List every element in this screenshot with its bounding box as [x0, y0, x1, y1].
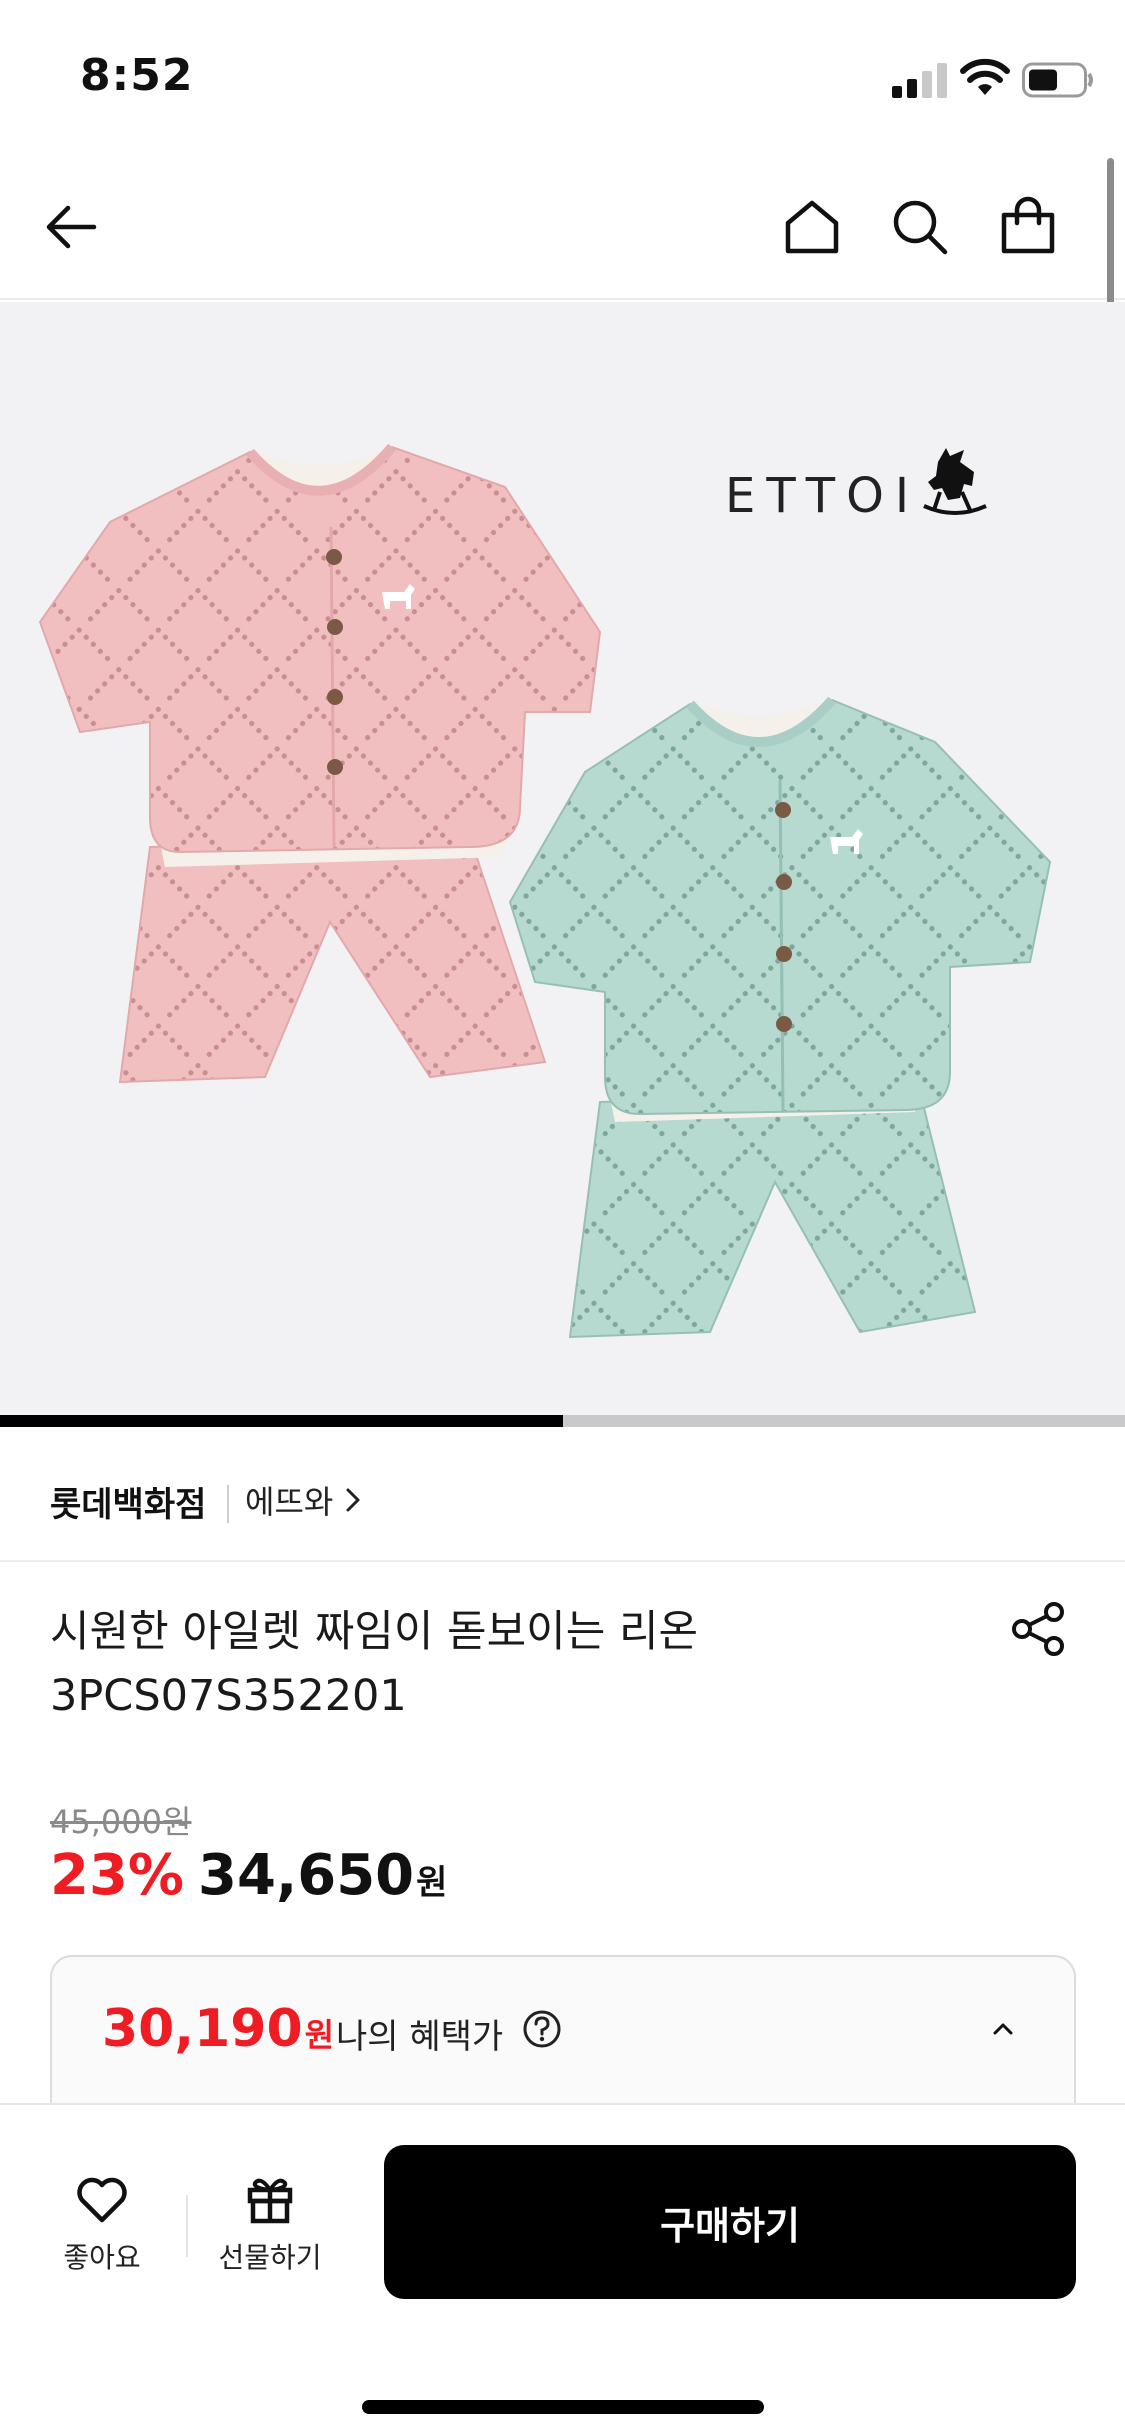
benefit-price-box[interactable]: 30,190 원 나의 혜택가: [50, 1955, 1076, 2115]
product-title-line1: 시원한 아일렛 짜임이 돋보이는 리온: [50, 1607, 699, 1657]
image-carousel-progress: [0, 1415, 1125, 1427]
rocking-horse-icon: [923, 448, 987, 515]
product-title-line2: 3PCS07S352201: [50, 1671, 407, 1721]
shopping-bag-icon[interactable]: [996, 195, 1060, 259]
heart-icon: [77, 2177, 127, 2223]
like-label: 좋아요: [63, 2241, 141, 2274]
product-title: 시원한 아일렛 짜임이 돋보이는 리온 3PCS07S352201: [50, 1600, 950, 1728]
share-icon[interactable]: [1010, 1600, 1068, 1658]
home-indicator: [362, 2400, 764, 2414]
product-image[interactable]: ETTOI: [0, 302, 1125, 1417]
sale-price: 34,650: [198, 1843, 415, 1908]
status-time: 8:52: [80, 50, 194, 101]
bottom-bar-divider: [186, 2195, 188, 2257]
gift-label: 선물하기: [218, 2241, 322, 2274]
top-nav-bar: [0, 150, 1125, 300]
bottom-action-bar: 좋아요 선물하기 구매하기: [0, 2103, 1125, 2436]
gift-icon: [247, 2178, 293, 2224]
chevron-right-icon: [346, 1488, 360, 1512]
search-icon[interactable]: [888, 195, 952, 259]
benefit-amount: 30,190: [102, 1999, 303, 2059]
seller-name[interactable]: 롯데백화점: [50, 1477, 206, 1526]
cellular-signal-icon: [892, 63, 947, 98]
chevron-up-icon[interactable]: [987, 2013, 1019, 2045]
brand-logo-text: ETTOI: [725, 468, 921, 524]
brand-logo: ETTOI: [725, 442, 987, 532]
sale-price-unit: 원: [416, 1863, 448, 1903]
wifi-icon: [960, 58, 1010, 95]
battery-icon: [1022, 62, 1093, 98]
brand-name[interactable]: 에뜨와: [245, 1477, 333, 1523]
buy-button[interactable]: 구매하기: [384, 2145, 1076, 2299]
back-arrow-icon[interactable]: [40, 195, 104, 259]
benefit-unit: 원: [304, 2016, 335, 2054]
status-bar: 8:52: [0, 0, 1125, 150]
benefit-label: 나의 혜택가: [336, 2017, 504, 2057]
discount-rate: 23%: [50, 1843, 185, 1908]
help-icon[interactable]: [522, 2009, 562, 2049]
brand-divider: [227, 1485, 229, 1523]
brand-link[interactable]: 에뜨와: [245, 1477, 363, 1523]
benefit-price: 30,190 원: [102, 1999, 334, 2059]
original-price: 45,000원: [50, 1803, 192, 1841]
gift-button[interactable]: 선물하기: [190, 2170, 350, 2276]
home-icon[interactable]: [780, 195, 844, 259]
price-row: 23% 34,650 원: [50, 1843, 447, 1908]
brand-row: 롯데백화점 에뜨와: [0, 1427, 1125, 1562]
image-carousel-progress-fill: [0, 1415, 563, 1427]
like-button[interactable]: 좋아요: [22, 2170, 182, 2276]
